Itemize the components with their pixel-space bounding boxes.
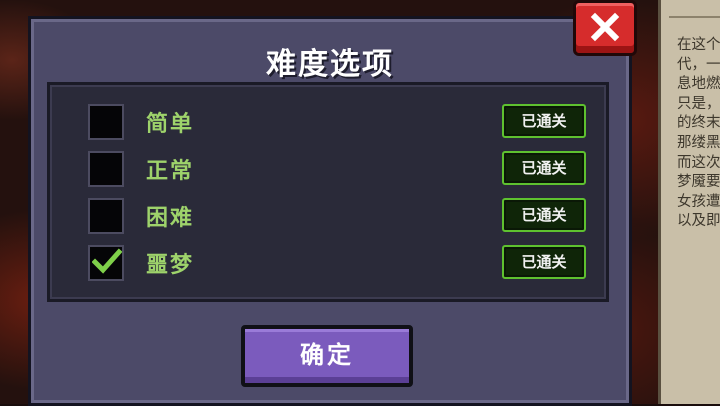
difficulty-label-normal: 正常 [146, 159, 195, 184]
difficulty-dialog: 难度选项 简单 已通关 正常 已通关 困难 已通关 噩梦 已通关 确定 [28, 16, 632, 406]
difficulty-checkbox-easy[interactable] [88, 104, 124, 140]
difficulty-row-nightmare: 噩梦 已通关 [50, 245, 606, 285]
close-icon [590, 12, 620, 42]
cleared-badge-hard: 已通关 [502, 198, 586, 232]
cleared-badge-nightmare: 已通关 [502, 245, 586, 279]
close-button[interactable] [573, 0, 637, 56]
difficulty-label-hard: 困难 [146, 206, 195, 231]
confirm-button[interactable]: 确定 [241, 325, 413, 387]
difficulty-checkbox-hard[interactable] [88, 198, 124, 234]
difficulty-label-nightmare: 噩梦 [146, 253, 195, 278]
story-text: 在这个 代，一 息地燃 只是， 的终末 那缕黑 而这次 梦魇要 女孩遭 以及即 [677, 37, 720, 230]
story-text-panel: 在这个 代，一 息地燃 只是， 的终末 那缕黑 而这次 梦魇要 女孩遭 以及即 [658, 0, 720, 404]
panel-rule [669, 16, 720, 18]
difficulty-checkbox-normal[interactable] [88, 151, 124, 187]
cleared-badge-easy: 已通关 [502, 104, 586, 138]
difficulty-row-hard: 困难 已通关 [50, 198, 606, 238]
dialog-title: 难度选项 [266, 47, 394, 82]
difficulty-row-easy: 简单 已通关 [50, 104, 606, 144]
difficulty-options-panel: 简单 已通关 正常 已通关 困难 已通关 噩梦 已通关 [47, 82, 609, 302]
difficulty-row-normal: 正常 已通关 [50, 151, 606, 191]
cleared-badge-normal: 已通关 [502, 151, 586, 185]
difficulty-checkbox-nightmare[interactable] [88, 245, 124, 281]
difficulty-label-easy: 简单 [146, 112, 195, 137]
checkmark-icon [92, 248, 122, 274]
